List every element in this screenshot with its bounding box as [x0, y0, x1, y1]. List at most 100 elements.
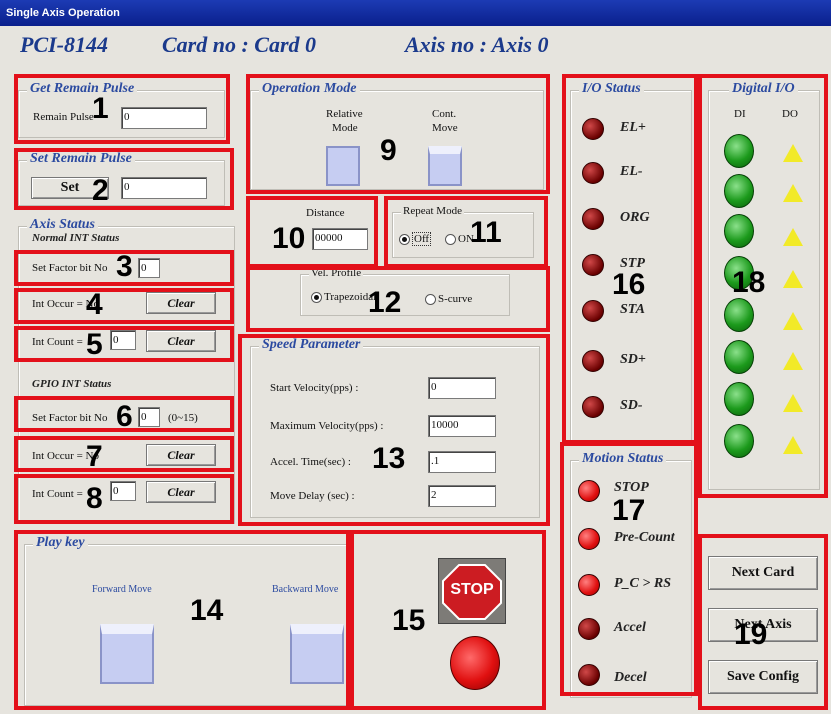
gpio-int-count-field[interactable]: 0 [110, 481, 136, 501]
vel-profile-label: Vel. Profile [309, 267, 364, 279]
di-6-led-icon [724, 382, 754, 416]
annotation-number-15: 15 [392, 604, 426, 637]
el-plus-led-icon [582, 118, 604, 140]
cont-move-button[interactable] [428, 146, 462, 186]
gpio-int-occur-clear-button[interactable]: Clear [146, 444, 216, 466]
stop-button-label: STOP [450, 581, 494, 598]
di-5-led-icon [724, 340, 754, 374]
scurve-radio[interactable]: S-curve [425, 293, 472, 305]
backward-move-button[interactable] [290, 624, 344, 684]
repeat-mode-group: Repeat Mode Off ON [392, 205, 534, 258]
remain-pulse-field[interactable]: 0 [121, 107, 207, 129]
digital-io-title: Digital I/O [729, 81, 798, 97]
do-4-indicator-icon[interactable] [783, 312, 803, 330]
start-velocity-label: Start Velocity(pps) : [270, 382, 359, 394]
di-column-label: DI [734, 108, 746, 120]
annotation-number-11: 11 [470, 216, 502, 249]
gpio-factor-range: (0~15) [168, 412, 198, 424]
trapezoidal-radio[interactable]: Trapezoidal [311, 291, 376, 303]
next-card-button[interactable]: Next Card [708, 556, 818, 590]
scurve-label: S-curve [438, 293, 473, 305]
normal-int-occur-clear-button[interactable]: Clear [146, 292, 216, 314]
do-0-indicator-icon[interactable] [783, 144, 803, 162]
annotation-number-14: 14 [190, 594, 224, 627]
repeat-off-radio[interactable]: Off [399, 232, 432, 246]
max-velocity-label: Maximum Velocity(pps) : [270, 420, 384, 432]
play-key-title: Play key [33, 535, 88, 551]
do-7-indicator-icon[interactable] [783, 436, 803, 454]
di-0-led-icon [724, 134, 754, 168]
stop-status-led-icon [578, 480, 600, 502]
annotation-number-1: 1 [92, 92, 109, 125]
set-remain-pulse-title: Set Remain Pulse [27, 151, 135, 167]
io-status-title: I/O Status [579, 81, 644, 97]
di-4-led-icon [724, 298, 754, 332]
di-7-led-icon [724, 424, 754, 458]
di-2-led-icon [724, 214, 754, 248]
el-plus-label: EL+ [620, 120, 646, 135]
gpio-int-count-label: Int Count = [32, 488, 83, 500]
relative-mode-label-line1: Relative [326, 108, 363, 120]
vel-profile-group: Vel. Profile Trapezoidal S-curve [300, 267, 510, 316]
do-2-indicator-icon[interactable] [783, 228, 803, 246]
annotation-number-19: 19 [734, 618, 768, 651]
pc-rs-status-label: P_C > RS [614, 576, 671, 591]
normal-int-count-clear-button[interactable]: Clear [146, 330, 216, 352]
accel-status-led-icon [578, 618, 600, 640]
sd-minus-led-icon [582, 396, 604, 418]
stp-led-icon [582, 254, 604, 276]
radio-empty-icon [425, 293, 436, 305]
stop-button[interactable]: STOP [438, 558, 506, 624]
do-5-indicator-icon[interactable] [783, 352, 803, 370]
radio-selected-icon [399, 233, 410, 245]
normal-int-count-field[interactable]: 0 [110, 330, 136, 350]
set-remain-pulse-group: Set Remain Pulse Set 0 [18, 151, 225, 206]
save-config-button[interactable]: Save Config [708, 660, 818, 694]
set-remain-pulse-field[interactable]: 0 [121, 177, 207, 199]
normal-int-count-label: Int Count = [32, 336, 83, 348]
annotation-number-2: 2 [92, 174, 109, 207]
forward-move-label: Forward Move [92, 584, 152, 595]
normal-factor-field[interactable]: 0 [138, 258, 160, 278]
annotation-number-18: 18 [732, 266, 766, 299]
precount-status-label: Pre-Count [614, 530, 675, 545]
move-delay-label: Move Delay (sec) : [270, 490, 355, 502]
speed-parameter-title: Speed Parameter [259, 337, 364, 353]
emergency-stop-icon[interactable] [450, 636, 500, 690]
accel-time-label: Accel. Time(sec) : [270, 456, 351, 468]
do-6-indicator-icon[interactable] [783, 394, 803, 412]
gpio-int-count-clear-button[interactable]: Clear [146, 481, 216, 503]
backward-move-label: Backward Move [272, 584, 339, 595]
single-axis-operation-window: Single Axis Operation PCI-8144 Card no :… [0, 0, 831, 714]
move-delay-field[interactable]: 2 [428, 485, 496, 507]
forward-move-button[interactable] [100, 624, 154, 684]
normal-factor-label: Set Factor bit No [32, 262, 108, 274]
sd-plus-label: SD+ [620, 352, 646, 367]
annotation-number-4: 4 [86, 288, 103, 321]
sta-led-icon [582, 300, 604, 322]
decel-status-label: Decel [614, 670, 647, 685]
annotation-number-16: 16 [612, 268, 646, 301]
gpio-int-status-title: GPIO INT Status [32, 378, 112, 390]
start-velocity-field[interactable]: 0 [428, 377, 496, 399]
sta-label: STA [620, 302, 645, 317]
axis-no-label: Axis no : Axis 0 [405, 32, 549, 57]
normal-int-status-title: Normal INT Status [32, 232, 120, 244]
annotation-number-10: 10 [272, 222, 306, 255]
relative-mode-label-line2: Mode [332, 122, 358, 134]
sd-minus-label: SD- [620, 398, 643, 413]
operation-mode-group: Operation Mode [250, 81, 544, 190]
distance-label: Distance [306, 207, 345, 219]
axis-status-title: Axis Status [27, 217, 98, 233]
gpio-factor-field[interactable]: 0 [138, 407, 160, 427]
get-remain-pulse-group: Get Remain Pulse Remain Pulse 0 [18, 81, 225, 138]
accel-time-field[interactable]: .1 [428, 451, 496, 473]
distance-field[interactable]: 00000 [312, 228, 368, 250]
max-velocity-field[interactable]: 10000 [428, 415, 496, 437]
accel-status-label: Accel [614, 620, 646, 635]
do-1-indicator-icon[interactable] [783, 184, 803, 202]
annotation-number-9: 9 [380, 134, 397, 167]
relative-mode-button[interactable] [326, 146, 360, 186]
do-3-indicator-icon[interactable] [783, 270, 803, 288]
annotation-number-17: 17 [612, 494, 646, 527]
